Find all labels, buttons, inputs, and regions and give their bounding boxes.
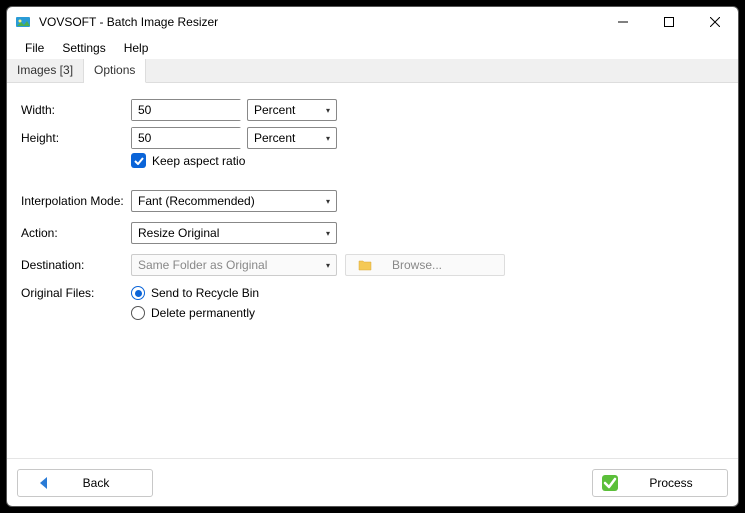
aspect-ratio-label: Keep aspect ratio xyxy=(152,154,245,168)
radio-recycle-label: Send to Recycle Bin xyxy=(151,286,259,300)
radio-recycle[interactable]: Send to Recycle Bin xyxy=(131,286,259,300)
tab-images[interactable]: Images [3] xyxy=(7,59,84,82)
destination-label: Destination: xyxy=(21,258,131,272)
back-arrow-icon xyxy=(35,474,53,492)
back-button[interactable]: Back xyxy=(17,469,153,497)
process-check-icon xyxy=(601,474,619,492)
width-label: Width: xyxy=(21,103,131,117)
options-panel: Width: ▲▼ Percent ▾ Height: ▲▼ Percent ▾ xyxy=(7,83,738,458)
menu-settings[interactable]: Settings xyxy=(54,39,113,57)
menu-file[interactable]: File xyxy=(17,39,52,57)
window-controls xyxy=(600,7,738,37)
maximize-button[interactable] xyxy=(646,7,692,37)
window-title: VOVSOFT - Batch Image Resizer xyxy=(39,15,600,29)
original-files-group: Send to Recycle Bin Delete permanently xyxy=(131,286,259,326)
folder-icon xyxy=(358,259,372,271)
height-unit-value: Percent xyxy=(254,131,295,145)
action-value: Resize Original xyxy=(138,226,219,240)
radio-delete-label: Delete permanently xyxy=(151,306,255,320)
check-icon xyxy=(134,157,144,165)
menu-help[interactable]: Help xyxy=(116,39,157,57)
radio-icon xyxy=(131,286,145,300)
width-spinner[interactable]: ▲▼ xyxy=(131,99,241,121)
chevron-down-icon: ▾ xyxy=(326,261,330,270)
footer: Back Process xyxy=(7,458,738,506)
radio-delete[interactable]: Delete permanently xyxy=(131,306,259,320)
interpolation-value: Fant (Recommended) xyxy=(138,194,255,208)
back-label: Back xyxy=(83,476,110,490)
height-unit-select[interactable]: Percent ▾ xyxy=(247,127,337,149)
app-window: VOVSOFT - Batch Image Resizer File Setti… xyxy=(6,6,739,507)
height-label: Height: xyxy=(21,131,131,145)
browse-label: Browse... xyxy=(392,258,442,272)
tabstrip: Images [3] Options xyxy=(7,59,738,83)
process-label: Process xyxy=(649,476,692,490)
chevron-down-icon: ▾ xyxy=(326,134,330,143)
aspect-ratio-checkbox[interactable] xyxy=(131,153,146,168)
action-label: Action: xyxy=(21,226,131,240)
titlebar: VOVSOFT - Batch Image Resizer xyxy=(7,7,738,37)
menubar: File Settings Help xyxy=(7,37,738,59)
original-files-label: Original Files: xyxy=(21,286,131,300)
close-button[interactable] xyxy=(692,7,738,37)
destination-select: Same Folder as Original ▾ xyxy=(131,254,337,276)
width-unit-value: Percent xyxy=(254,103,295,117)
height-spinner[interactable]: ▲▼ xyxy=(131,127,241,149)
interpolation-label: Interpolation Mode: xyxy=(21,194,131,208)
chevron-down-icon: ▾ xyxy=(326,106,330,115)
minimize-button[interactable] xyxy=(600,7,646,37)
radio-icon xyxy=(131,306,145,320)
action-select[interactable]: Resize Original ▾ xyxy=(131,222,337,244)
process-button[interactable]: Process xyxy=(592,469,728,497)
tab-options[interactable]: Options xyxy=(84,59,146,83)
width-unit-select[interactable]: Percent ▾ xyxy=(247,99,337,121)
interpolation-select[interactable]: Fant (Recommended) ▾ xyxy=(131,190,337,212)
browse-button: Browse... xyxy=(345,254,505,276)
chevron-down-icon: ▾ xyxy=(326,197,330,206)
app-icon xyxy=(15,14,31,30)
destination-value: Same Folder as Original xyxy=(138,258,267,272)
chevron-down-icon: ▾ xyxy=(326,229,330,238)
